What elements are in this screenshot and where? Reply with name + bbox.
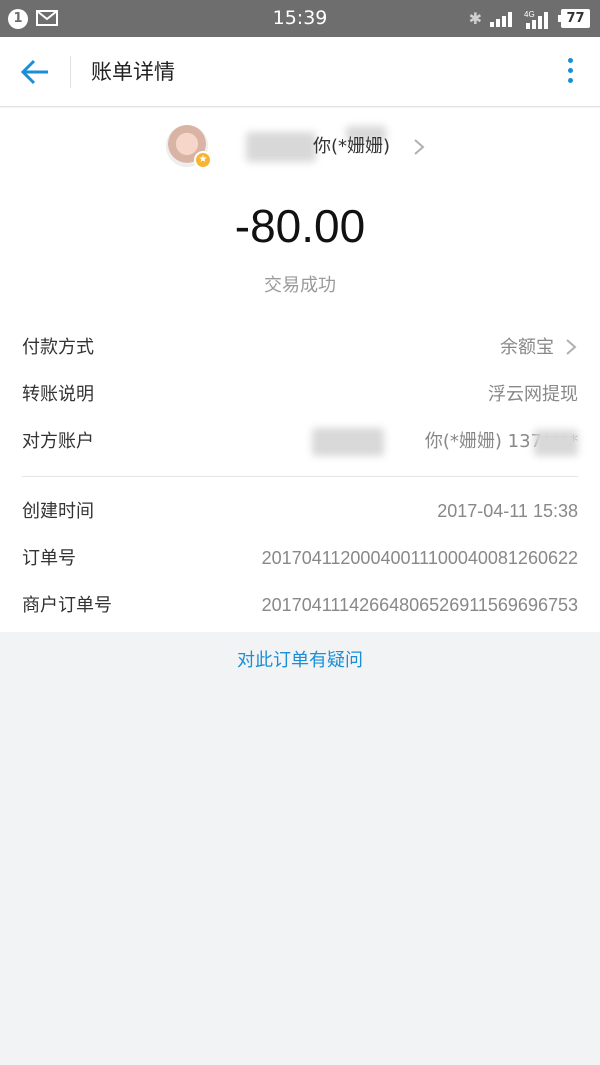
- page-title: 账单详情: [91, 60, 175, 84]
- status-bar: 1 15:39 ✱ 4G 77: [0, 0, 600, 37]
- transaction-amount: -80.00: [234, 200, 366, 252]
- star-badge-icon: ★: [194, 151, 212, 169]
- app-header: 账单详情: [0, 37, 600, 107]
- row-label: 订单号: [22, 548, 76, 569]
- row-value: 2017-04-11 15:38: [437, 501, 578, 521]
- detail-row-counterparty-account: 对方账户 你(*姗姗) 137****: [22, 418, 578, 465]
- signal-icon: [490, 12, 512, 27]
- detail-row-merchant-order-number: 商户订单号 20170411142664806526911569696753: [22, 582, 578, 629]
- row-value: 20170411200040011100040081260622: [261, 548, 578, 568]
- back-arrow-icon[interactable]: [18, 57, 52, 87]
- header-divider: [70, 56, 71, 88]
- redacted-account-mask: [312, 428, 384, 456]
- row-value: 浮云网提现: [488, 384, 578, 405]
- detail-row-transfer-note: 转账说明 浮云网提现: [22, 371, 578, 418]
- network-type-label: 4G: [524, 10, 535, 19]
- bluetooth-icon: ✱: [468, 9, 482, 28]
- row-label: 付款方式: [22, 337, 94, 358]
- detail-row-payment-method[interactable]: 付款方式 余额宝: [22, 324, 578, 371]
- transaction-status: 交易成功: [264, 275, 336, 296]
- battery-indicator: 77: [558, 9, 590, 28]
- detail-row-created-time: 创建时间 2017-04-11 15:38: [22, 488, 578, 535]
- order-question-link[interactable]: 对此订单有疑问: [0, 648, 600, 674]
- counterparty-name[interactable]: 你(*姗姗): [313, 134, 390, 160]
- row-value: 余额宝: [500, 337, 554, 358]
- bill-detail-card: ★ 你(*姗姗) -80.00 交易成功 付款方式 余额宝 转账说明 浮云网提现…: [0, 108, 600, 632]
- avatar[interactable]: ★: [166, 125, 212, 169]
- redacted-account-mask: [534, 430, 578, 456]
- redacted-name-mask: [246, 132, 316, 162]
- chevron-right-icon: [414, 139, 425, 155]
- signal-4g-icon: 4G: [524, 10, 548, 29]
- more-options-icon[interactable]: [566, 58, 574, 86]
- row-label: 转账说明: [22, 384, 94, 405]
- chevron-right-icon: [566, 339, 577, 355]
- detail-row-order-number: 订单号 20170411200040011100040081260622: [22, 535, 578, 582]
- section-divider: [22, 476, 578, 477]
- row-value: 20170411142664806526911569696753: [261, 595, 578, 615]
- row-label: 对方账户: [22, 431, 94, 452]
- row-label: 商户订单号: [22, 595, 112, 616]
- row-label: 创建时间: [22, 501, 94, 522]
